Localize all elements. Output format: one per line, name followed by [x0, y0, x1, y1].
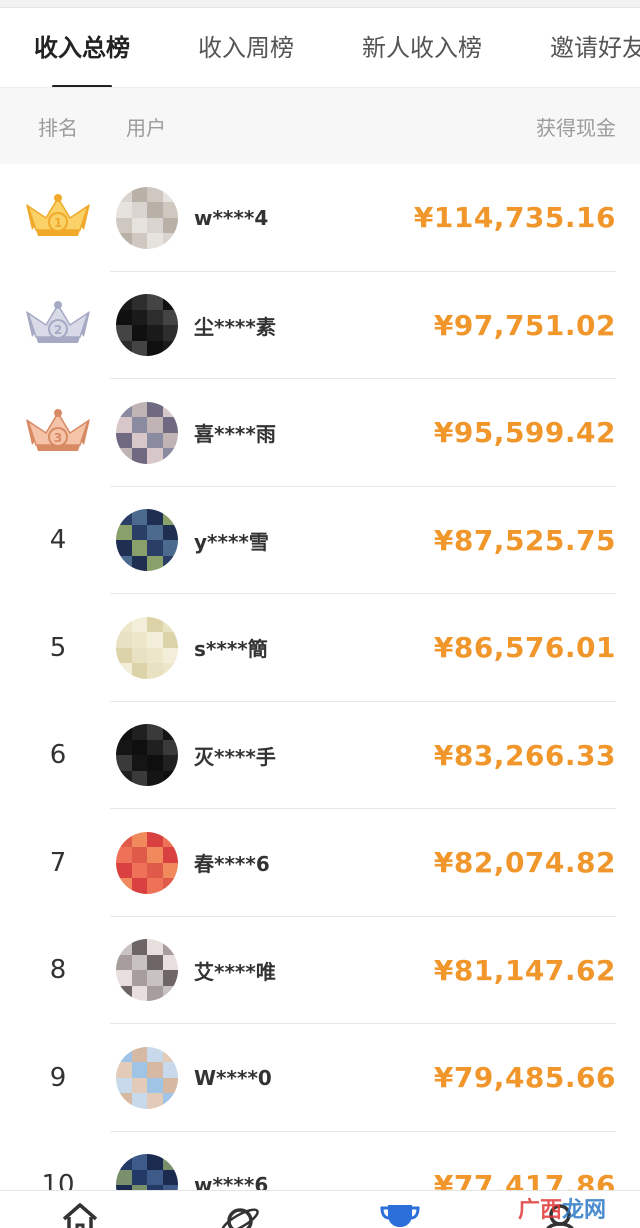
- ranking-row[interactable]: 1 w****4 ¥114,735.16: [0, 164, 640, 272]
- ranking-row[interactable]: 7 春****6 ¥82,074.82: [0, 809, 640, 917]
- svg-text:3: 3: [54, 431, 62, 445]
- ranking-row[interactable]: 3 喜****雨 ¥95,599.42: [0, 379, 640, 487]
- cash-amount: ¥81,147.62: [433, 953, 616, 987]
- ranking-row[interactable]: 6 灭****手 ¥83,266.33: [0, 702, 640, 810]
- trophy-icon[interactable]: [378, 1197, 422, 1228]
- rank-number: 9: [49, 1062, 67, 1093]
- ranking-row[interactable]: 4 y****雪 ¥87,525.75: [0, 487, 640, 595]
- ranking-row[interactable]: 5 s****簡 ¥86,576.01: [0, 594, 640, 702]
- ranking-row[interactable]: 8 艾****唯 ¥81,147.62: [0, 917, 640, 1025]
- svg-text:2: 2: [54, 323, 62, 337]
- cash-amount: ¥114,735.16: [413, 201, 616, 235]
- avatar[interactable]: [116, 186, 178, 249]
- avatar[interactable]: [116, 724, 178, 787]
- home-icon[interactable]: [58, 1197, 102, 1228]
- planet-icon[interactable]: [218, 1197, 262, 1228]
- avatar[interactable]: [116, 616, 178, 679]
- cash-amount: ¥87,525.75: [433, 523, 616, 557]
- tab-weekly-income[interactable]: 收入周榜: [164, 8, 328, 87]
- tab-total-income[interactable]: 收入总榜: [0, 8, 164, 87]
- cash-amount: ¥86,576.01: [433, 631, 616, 665]
- ranking-row[interactable]: 9 W****0 ¥79,485.66: [0, 1024, 640, 1132]
- svg-text:1: 1: [54, 216, 62, 230]
- username: 灭****手: [194, 744, 276, 769]
- bottom-nav: 广西龙网: [0, 1190, 640, 1228]
- cash-amount: ¥95,599.42: [433, 416, 616, 450]
- username: 艾****唯: [194, 959, 276, 984]
- username: y****雪: [194, 529, 269, 554]
- avatar[interactable]: [116, 939, 178, 1002]
- column-header: 排名 用户 获得现金: [0, 88, 640, 164]
- avatar[interactable]: [116, 401, 178, 464]
- rank-number: 4: [49, 525, 67, 556]
- rank-number: 5: [49, 632, 67, 663]
- column-user-label: 用户: [126, 115, 166, 140]
- avatar[interactable]: [116, 509, 178, 572]
- gold-medal-icon: 1: [22, 190, 94, 246]
- avatar[interactable]: [116, 831, 178, 894]
- leaderboard-tabs: 收入总榜 收入周榜 新人收入榜 邀请好友: [0, 8, 640, 88]
- rank-number: 6: [49, 740, 67, 771]
- username: 喜****雨: [194, 422, 276, 447]
- site-watermark: 广西龙网: [517, 1197, 606, 1223]
- tab-newcomer-income[interactable]: 新人收入榜: [328, 8, 516, 87]
- leaderboard-page: 收入总榜 收入周榜 新人收入榜 邀请好友 排名 用户 获得现金 1 w****4…: [0, 0, 640, 1228]
- top-strip: [0, 0, 640, 8]
- rank-number: 7: [49, 847, 67, 878]
- rank-number: 8: [49, 955, 67, 986]
- ranking-row[interactable]: 2 尘****素 ¥97,751.02: [0, 272, 640, 380]
- cash-amount: ¥82,074.82: [433, 846, 616, 880]
- username: w****4: [194, 205, 269, 230]
- username: 尘****素: [194, 314, 276, 339]
- cash-amount: ¥97,751.02: [433, 308, 616, 342]
- column-rank-label: 排名: [38, 115, 78, 140]
- silver-medal-icon: 2: [22, 297, 94, 353]
- cash-amount: ¥83,266.33: [433, 738, 616, 772]
- avatar[interactable]: [116, 1046, 178, 1109]
- bronze-medal-icon: 3: [22, 405, 94, 461]
- ranking-list: 1 w****4 ¥114,735.16 2 尘****素 ¥97,751.02 3…: [0, 164, 640, 1228]
- cash-amount: ¥79,485.66: [433, 1061, 616, 1095]
- tab-invite-friends[interactable]: 邀请好友: [516, 8, 640, 87]
- avatar[interactable]: [116, 294, 178, 357]
- column-amount-label: 获得现金: [536, 115, 616, 140]
- username: s****簡: [194, 637, 268, 662]
- username: 春****6: [194, 852, 270, 877]
- username: W****0: [194, 1065, 272, 1090]
